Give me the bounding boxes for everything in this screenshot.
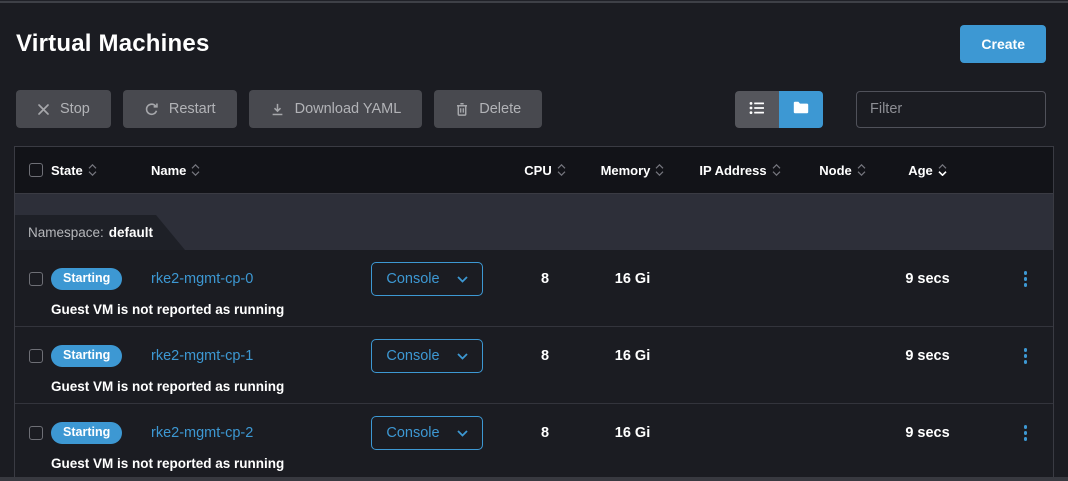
list-view-icon xyxy=(749,101,765,118)
column-header-state[interactable]: State xyxy=(51,163,151,178)
namespace-group-tab: Namespace: default xyxy=(15,215,185,250)
row-warning-message: Guest VM is not reported as running xyxy=(51,302,285,317)
column-header-cpu[interactable]: CPU xyxy=(505,163,585,178)
node-value xyxy=(800,413,885,453)
sort-carets xyxy=(88,164,97,176)
download-yaml-button[interactable]: Download YAML xyxy=(248,90,423,128)
console-dropdown-button[interactable]: Console xyxy=(371,416,483,450)
namespace-label: Namespace: xyxy=(28,225,104,240)
delete-button[interactable]: Delete xyxy=(434,90,543,128)
row-checkbox[interactable] xyxy=(29,349,43,363)
console-button-label: Console xyxy=(386,348,440,364)
sort-carets-active-desc xyxy=(938,164,947,176)
select-all-checkbox[interactable] xyxy=(29,163,43,177)
row-checkbox[interactable] xyxy=(29,426,43,440)
restart-button-label: Restart xyxy=(168,101,216,117)
page-header: Virtual Machines Create xyxy=(16,25,1046,63)
cpu-value: 8 xyxy=(540,271,550,287)
filter-input[interactable] xyxy=(856,90,1046,128)
column-header-age[interactable]: Age xyxy=(885,163,970,178)
table-row: Starting rke2-mgmt-cp-0 Console 8 16 Gi … xyxy=(15,250,1053,327)
sort-carets xyxy=(857,164,866,176)
refresh-icon xyxy=(144,102,159,117)
ip-address-value xyxy=(680,259,800,299)
namespace-group-bar: Namespace: default xyxy=(15,194,1053,250)
column-header-node[interactable]: Node xyxy=(800,163,885,178)
delete-button-label: Delete xyxy=(479,101,522,117)
grouped-view-button[interactable] xyxy=(779,90,823,128)
stop-button[interactable]: Stop xyxy=(16,90,111,128)
restart-button[interactable]: Restart xyxy=(122,90,237,128)
age-value: 9 secs xyxy=(905,271,950,287)
console-button-label: Console xyxy=(386,271,440,287)
bottom-scrollbar-track[interactable] xyxy=(0,477,1068,481)
download-icon xyxy=(270,102,285,117)
sort-carets xyxy=(191,164,200,176)
toolbar: Stop Restart Download YAML Delete xyxy=(16,90,1046,128)
row-warning-message: Guest VM is not reported as running xyxy=(51,456,285,471)
create-button[interactable]: Create xyxy=(960,25,1046,63)
sort-carets xyxy=(557,164,566,176)
console-dropdown-button[interactable]: Console xyxy=(371,339,483,373)
age-value: 9 secs xyxy=(905,348,950,364)
vm-name-link[interactable]: rke2-mgmt-cp-1 xyxy=(151,348,253,364)
view-toggle xyxy=(735,90,823,128)
table-header-row: State Name CPU Memory IP Address Node Ag… xyxy=(15,147,1053,194)
status-badge: Starting xyxy=(51,345,123,367)
list-view-button[interactable] xyxy=(735,90,779,128)
cpu-value: 8 xyxy=(540,425,550,441)
ip-address-value xyxy=(680,413,800,453)
chevron-down-icon xyxy=(456,348,468,364)
cpu-value: 8 xyxy=(540,348,550,364)
x-icon xyxy=(37,103,50,116)
folder-icon xyxy=(793,101,809,117)
column-header-name[interactable]: Name xyxy=(151,163,366,178)
vm-name-link[interactable]: rke2-mgmt-cp-0 xyxy=(151,271,253,287)
node-value xyxy=(800,259,885,299)
memory-value: 16 Gi xyxy=(614,271,651,287)
row-checkbox[interactable] xyxy=(29,272,43,286)
bulk-actions: Stop Restart Download YAML Delete xyxy=(16,90,543,128)
memory-value: 16 Gi xyxy=(614,348,651,364)
status-badge: Starting xyxy=(51,422,123,444)
table-row: Starting rke2-mgmt-cp-2 Console 8 16 Gi … xyxy=(15,404,1053,481)
row-actions-kebab-button[interactable] xyxy=(1019,420,1033,446)
download-yaml-button-label: Download YAML xyxy=(294,101,402,117)
sort-carets xyxy=(655,164,664,176)
column-header-ip-address[interactable]: IP Address xyxy=(680,163,800,178)
vm-table: State Name CPU Memory IP Address Node Ag… xyxy=(14,146,1054,481)
memory-value: 16 Gi xyxy=(614,425,651,441)
row-warning-message: Guest VM is not reported as running xyxy=(51,379,285,394)
row-actions-kebab-button[interactable] xyxy=(1019,343,1033,369)
status-badge: Starting xyxy=(51,268,123,290)
table-row: Starting rke2-mgmt-cp-1 Console 8 16 Gi … xyxy=(15,327,1053,404)
node-value xyxy=(800,336,885,376)
ip-address-value xyxy=(680,336,800,376)
toolbar-right xyxy=(735,90,1046,128)
window-top-edge xyxy=(0,0,1068,3)
page-title: Virtual Machines xyxy=(16,30,210,57)
vm-name-link[interactable]: rke2-mgmt-cp-2 xyxy=(151,425,253,441)
namespace-value: default xyxy=(108,225,154,240)
chevron-down-icon xyxy=(456,271,468,287)
console-dropdown-button[interactable]: Console xyxy=(371,262,483,296)
stop-button-label: Stop xyxy=(60,101,90,117)
trash-icon xyxy=(455,102,469,117)
age-value: 9 secs xyxy=(905,425,950,441)
row-actions-kebab-button[interactable] xyxy=(1019,266,1033,292)
sort-carets xyxy=(772,164,781,176)
column-header-memory[interactable]: Memory xyxy=(585,163,680,178)
chevron-down-icon xyxy=(456,425,468,441)
console-button-label: Console xyxy=(386,425,440,441)
